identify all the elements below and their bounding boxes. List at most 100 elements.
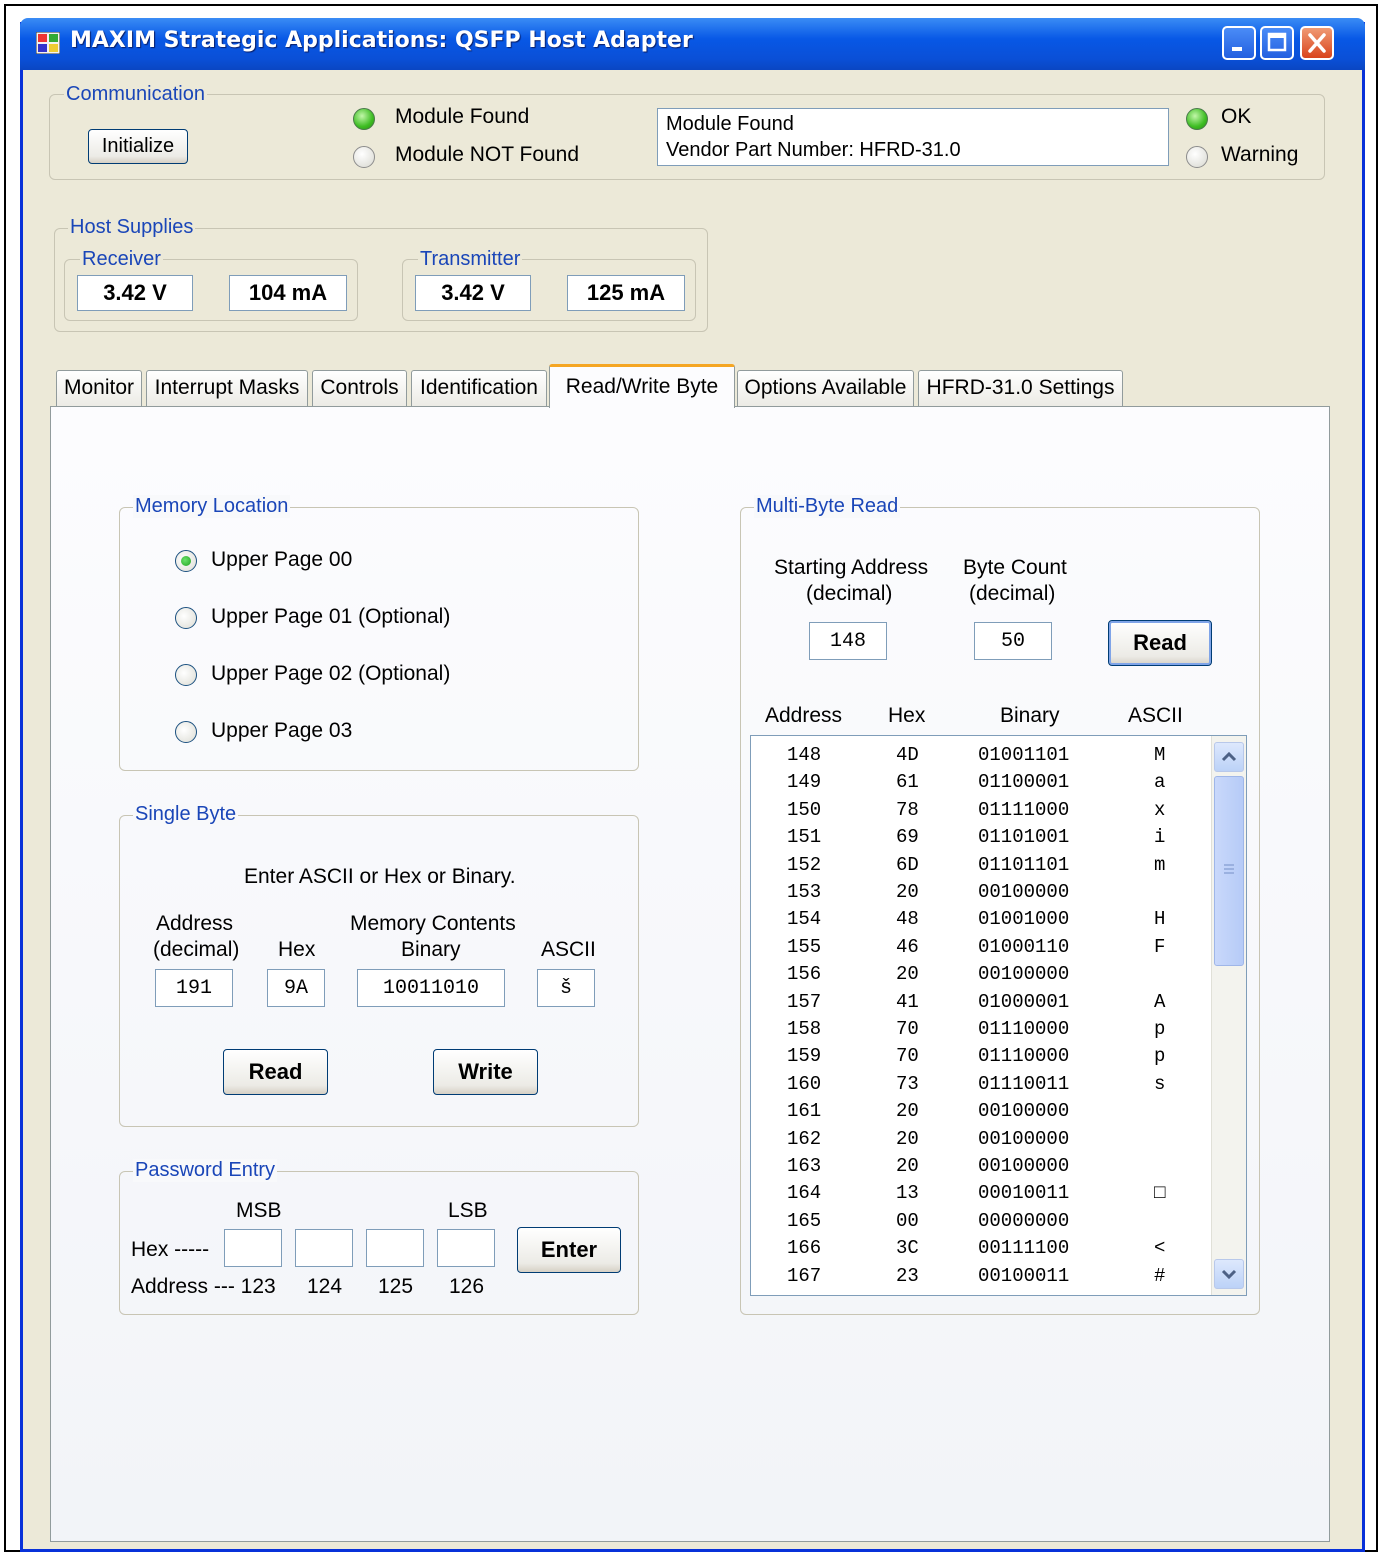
list-item[interactable]: 149 61 01100001 a (751, 771, 1211, 798)
password-byte-124-input[interactable] (295, 1229, 353, 1267)
row-address: 149 (787, 771, 822, 794)
row-ascii: < (1154, 1237, 1166, 1260)
list-item[interactable]: 162 20 00100000 (751, 1128, 1211, 1155)
password-address-label: Address --- 123 (131, 1275, 276, 1298)
list-item[interactable]: 151 69 01101001 i (751, 826, 1211, 853)
password-address-124: 124 (307, 1275, 343, 1298)
list-item[interactable]: 164 13 00010011 □ (751, 1182, 1211, 1209)
title-bar[interactable]: MAXIM Strategic Applications: QSFP Host … (20, 18, 1365, 70)
list-item[interactable]: 167 23 00100011 # (751, 1265, 1211, 1292)
ok-label: OK (1221, 105, 1252, 128)
list-item[interactable]: 158 70 01110000 p (751, 1018, 1211, 1045)
tab-hfrd-settings[interactable]: HFRD-31.0 Settings (918, 370, 1123, 406)
row-binary: 01001000 (978, 908, 1070, 931)
password-enter-button[interactable]: Enter (517, 1227, 621, 1273)
password-byte-125-input[interactable] (366, 1229, 424, 1267)
row-binary: 01101101 (978, 853, 1070, 876)
single-byte-read-button[interactable]: Read (223, 1049, 328, 1095)
list-item[interactable]: 148 4D 01001101 M (751, 744, 1211, 771)
list-item[interactable]: 159 70 01110000 p (751, 1045, 1211, 1072)
list-item[interactable]: 161 20 00100000 (751, 1100, 1211, 1127)
close-button[interactable] (1300, 26, 1334, 60)
binary-input[interactable] (357, 969, 505, 1007)
single-byte-legend: Single Byte (133, 803, 239, 826)
list-item[interactable]: 155 46 01000110 F (751, 936, 1211, 963)
password-byte-123-input[interactable] (224, 1229, 282, 1267)
radio-upper-page-03[interactable] (175, 721, 197, 743)
row-hex: 61 (896, 771, 919, 794)
row-binary: 01111000 (978, 798, 1070, 821)
transmitter-voltage: 3.42 V (415, 275, 531, 311)
list-item[interactable]: 152 6D 01101101 m (751, 854, 1211, 881)
list-item[interactable]: 150 78 01111000 x (751, 799, 1211, 826)
list-item[interactable]: 154 48 01001000 H (751, 908, 1211, 935)
row-ascii: i (1154, 826, 1166, 849)
byte-count-label: Byte Count (963, 556, 1067, 579)
row-address: 154 (787, 908, 822, 931)
list-item[interactable]: 156 20 00100000 (751, 963, 1211, 990)
multi-byte-read-button[interactable]: Read (1108, 620, 1212, 666)
ascii-input[interactable] (537, 969, 595, 1007)
tab-options-available[interactable]: Options Available (737, 370, 914, 406)
initialize-button[interactable]: Initialize (88, 129, 188, 164)
minimize-button[interactable] (1222, 26, 1256, 60)
list-item[interactable]: 165 00 00000000 (751, 1210, 1211, 1237)
radio-upper-page-01[interactable] (175, 607, 197, 629)
tab-read-write-byte[interactable]: Read/Write Byte (549, 364, 735, 408)
single-byte-write-button[interactable]: Write (433, 1049, 538, 1095)
list-item[interactable]: 160 73 01110011 s (751, 1073, 1211, 1100)
transmitter-current: 125 mA (567, 275, 685, 311)
row-ascii: s (1154, 1072, 1166, 1095)
row-address: 148 (787, 744, 822, 766)
row-binary: 00000000 (978, 1209, 1070, 1232)
ok-led (1186, 108, 1208, 130)
address-input[interactable] (155, 969, 233, 1007)
row-binary: 00100000 (978, 963, 1070, 986)
row-address: 162 (787, 1127, 822, 1150)
tab-interrupt-masks[interactable]: Interrupt Masks (146, 370, 308, 406)
ascii-label: ASCII (541, 938, 596, 961)
row-hex: 20 (896, 1155, 919, 1177)
row-hex: 78 (896, 798, 919, 821)
tab-monitor[interactable]: Monitor (56, 370, 142, 406)
password-entry-legend: Password Entry (133, 1159, 278, 1182)
window-title: MAXIM Strategic Applications: QSFP Host … (70, 28, 693, 53)
radio-upper-page-00[interactable] (175, 550, 197, 572)
row-binary: 01101001 (978, 826, 1070, 849)
byte-count-input[interactable] (974, 622, 1052, 660)
receiver-voltage: 3.42 V (77, 275, 193, 311)
row-hex: 6D (896, 853, 919, 876)
password-byte-126-input[interactable] (437, 1229, 495, 1267)
row-hex: 23 (896, 1264, 919, 1287)
maximize-button[interactable] (1260, 26, 1294, 60)
row-ascii: x (1154, 798, 1166, 821)
upper-page-01-label: Upper Page 01 (Optional) (211, 605, 451, 628)
scroll-thumb[interactable] (1214, 776, 1244, 966)
tab-controls[interactable]: Controls (312, 370, 407, 406)
row-binary: 01000001 (978, 990, 1070, 1013)
list-item[interactable]: 153 20 00100000 (751, 881, 1211, 908)
row-binary: 00100000 (978, 1127, 1070, 1150)
list-item[interactable]: 166 3C 00111100 < (751, 1237, 1211, 1264)
scroll-down-button[interactable] (1214, 1259, 1244, 1289)
receiver-current: 104 mA (229, 275, 347, 311)
row-address: 152 (787, 853, 822, 876)
upper-page-00-label: Upper Page 00 (211, 548, 353, 571)
multi-byte-result-list[interactable]: 148 4D 01001101 M 149 61 01100001 a 150 78 0111100… (750, 735, 1247, 1296)
row-hex: 20 (896, 963, 919, 986)
row-address: 159 (787, 1045, 822, 1068)
status-textbox[interactable]: Module Found Vendor Part Number: HFRD-31… (657, 108, 1169, 166)
lsb-label: LSB (448, 1199, 488, 1222)
list-item[interactable]: 157 41 01000001 A (751, 991, 1211, 1018)
radio-upper-page-02[interactable] (175, 664, 197, 686)
hex-input[interactable] (267, 969, 325, 1007)
starting-address-input[interactable] (809, 622, 887, 660)
row-address: 153 (787, 881, 822, 903)
scroll-up-button[interactable] (1214, 742, 1244, 772)
list-item[interactable]: 163 20 00100000 (751, 1155, 1211, 1182)
msb-label: MSB (236, 1199, 282, 1222)
result-list-scrollbar[interactable] (1211, 736, 1246, 1295)
tab-identification[interactable]: Identification (411, 370, 547, 406)
row-ascii: H (1154, 908, 1166, 931)
hex-label: Hex (278, 938, 316, 961)
